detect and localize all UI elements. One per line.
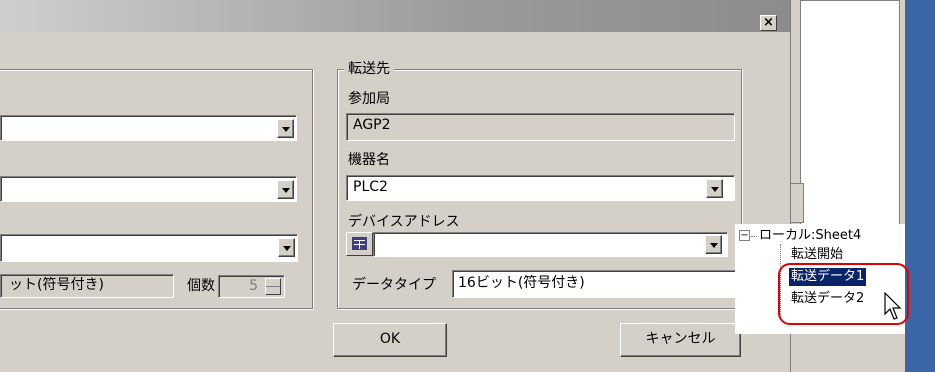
device-label: 機器名	[348, 152, 390, 168]
datatype-combo[interactable]: 16ビット(符号付き)	[452, 270, 736, 298]
spin-divider	[266, 286, 280, 287]
source-address-field[interactable]	[0, 234, 298, 262]
close-button[interactable]: ×	[760, 15, 777, 31]
device-combo[interactable]: PLC2	[346, 175, 735, 201]
station-field: AGP2	[346, 113, 735, 141]
device-value: PLC2	[353, 179, 388, 195]
station-value: AGP2	[353, 117, 391, 133]
address-label: デバイスアドレス	[348, 214, 460, 230]
count-spinner[interactable]: 5	[218, 275, 285, 298]
count-value: 5	[249, 278, 258, 294]
source-station-dropdown-button[interactable]	[277, 119, 294, 138]
source-address-dropdown-button[interactable]	[278, 238, 295, 257]
window-frame-piece	[790, 183, 804, 223]
source-datatype-field: ット(符号付き)	[0, 274, 174, 298]
destination-group-title: 転送先	[344, 60, 394, 78]
datatype-value: 16ビット(符号付き)	[458, 275, 585, 291]
source-datatype-value: ット(符号付き)	[9, 277, 104, 293]
tree-collapse-icon[interactable]: −	[739, 230, 750, 241]
datatype-label: データタイプ	[352, 277, 436, 293]
dialog-title-bar	[0, 0, 790, 32]
cancel-button-label: キャンセル	[645, 331, 716, 347]
tree-connector	[751, 236, 757, 237]
address-field[interactable]	[373, 232, 728, 257]
background-panel	[800, 0, 900, 230]
address-input-button[interactable]	[346, 232, 373, 256]
source-station-combo[interactable]	[0, 115, 297, 141]
ok-button[interactable]: OK	[333, 323, 447, 357]
tree-item-transfer-start[interactable]: 転送開始	[791, 246, 843, 264]
source-device-combo[interactable]	[0, 176, 297, 202]
ok-button-label: OK	[379, 331, 401, 347]
count-label: 個数	[187, 278, 215, 294]
cancel-button[interactable]: キャンセル	[620, 323, 741, 357]
mouse-cursor-icon	[884, 292, 902, 320]
close-icon: ×	[763, 15, 774, 30]
address-dropdown-button[interactable]	[705, 235, 722, 254]
keypad-icon	[352, 237, 367, 250]
count-spin-buttons[interactable]	[265, 278, 281, 295]
station-label: 参加局	[348, 91, 390, 107]
tree-root[interactable]: ローカル:Sheet4	[759, 227, 861, 245]
source-device-dropdown-button[interactable]	[277, 180, 294, 199]
desktop-strip	[905, 0, 935, 372]
device-dropdown-button[interactable]	[706, 179, 723, 198]
